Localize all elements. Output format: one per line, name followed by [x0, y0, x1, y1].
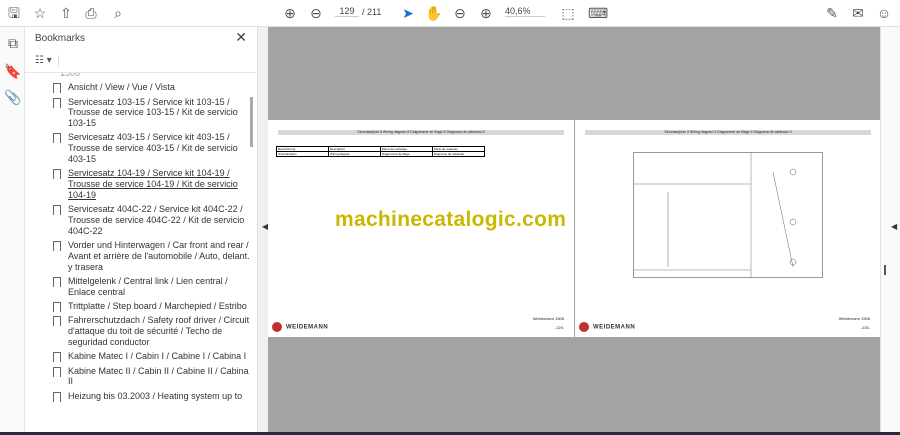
sign-icon[interactable]: ✎ [822, 4, 842, 22]
bookmark-icon [53, 169, 61, 180]
email-icon[interactable]: ✉ [848, 4, 868, 22]
bookmark-options-button[interactable]: ☷ ▾ [35, 55, 59, 66]
bookmark-list: 1506 Ansicht / View / Vue / Vista Service… [25, 72, 258, 435]
bookmark-icon [53, 352, 61, 363]
bookmarks-icon[interactable]: 🔖 [4, 63, 22, 80]
weidemann-logo: WEIDEMANN [272, 322, 328, 332]
bookmark-icon [53, 205, 61, 216]
bookmark-icon [53, 277, 61, 288]
model-label: Weidemann 1506 [532, 316, 564, 321]
bookmark-icon [53, 366, 61, 377]
bookmarks-panel: Bookmarks ✕ ☷ ▾ 1506 Ansicht / View / Vu… [25, 27, 258, 435]
bookmark-icon [53, 302, 61, 313]
bookmark-item[interactable]: Servicesatz 104-19 / Service kit 104-19 … [25, 168, 258, 200]
bookmark-label: Mittelgelenk / Central link / Lien centr… [68, 276, 228, 297]
wiring-diagram [633, 152, 823, 278]
weidemann-logo: WEIDEMANN [579, 322, 635, 332]
page-label: -130- [860, 325, 870, 330]
bookmark-item[interactable]: Mittelgelenk / Central link / Lien centr… [25, 276, 258, 298]
zoom-select[interactable]: 40,6% [505, 6, 545, 17]
expand-right-arrow[interactable]: ◀ [891, 222, 897, 231]
page-total: / 211 [362, 7, 382, 17]
scroll-mode-icon[interactable]: ⌨ [588, 4, 608, 22]
next-page-icon[interactable]: ⊖ [306, 4, 326, 22]
save-icon[interactable]: 🖫 [4, 4, 24, 22]
bookmark-item[interactable]: Servicesatz 403-15 / Service kit 403-15 … [25, 132, 258, 164]
panel-title: Bookmarks [35, 33, 86, 44]
document-scrollbar[interactable] [884, 265, 886, 275]
toolbar: 🖫 ☆ ⇧ ⎙ ⌕ ⊕ ⊖ 129 / 211 ➤ ✋ ⊖ ⊕ 40,6% ⬚ … [0, 0, 900, 27]
close-icon[interactable]: ✕ [235, 29, 247, 46]
page-number-input[interactable]: 129 [335, 6, 359, 17]
bookmark-item[interactable]: Servicesatz 404C-22 / Service kit 404C-2… [25, 204, 258, 236]
parts-table: Bezeichnung Description Pièce de rechange P… [276, 146, 485, 157]
bookmark-label: Servicesatz 103-15 / Service kit 103-15 … [68, 96, 238, 129]
panel-splitter[interactable] [258, 27, 268, 435]
model-label: Weidemann 1506 [838, 316, 870, 321]
bookmark-label: Servicesatz 104-19 / Service kit 104-19 … [68, 168, 238, 200]
panel-scrollbar[interactable] [250, 97, 253, 147]
attachment-icon[interactable]: 📎 [4, 89, 22, 106]
print-icon[interactable]: ⎙ [81, 4, 101, 22]
search-icon[interactable]: ⌕ [108, 4, 128, 22]
bookmark-label: Kabine Matec I / Cabin I / Cabine I / Ca… [68, 351, 247, 362]
bookmark-icon [53, 316, 61, 327]
bookmark-item[interactable]: Fahrerschutzdach / Safety roof driver / … [25, 315, 258, 347]
bookmark-label: 1506 [60, 72, 81, 78]
page-label: -129- [554, 325, 564, 330]
bookmark-label: Ansicht / View / Vue / Vista [68, 82, 175, 93]
bookmark-item[interactable]: Servicesatz 103-15 / Service kit 103-15 … [25, 97, 258, 129]
bookmark-label: Fahrerschutzdach / Safety roof driver / … [68, 315, 250, 348]
select-cursor-icon[interactable]: ➤ [398, 4, 418, 22]
bookmark-label: Trittplatte / Step board / Marchepied / … [68, 301, 247, 312]
watermark: machinecatalogic.com [335, 208, 567, 231]
right-rail: ◀ [880, 27, 900, 432]
bookmark-parent[interactable]: 1506 [25, 72, 258, 79]
fit-page-icon[interactable]: ⬚ [558, 4, 578, 22]
page-130: Stromlaufplan 9 Wiring diagram 9 Diagram… [575, 120, 880, 337]
bookmark-item[interactable]: Kabine Matec I / Cabin I / Cabine I / Ca… [25, 351, 258, 363]
left-rail: ⧉ 🔖 📎 [0, 27, 25, 435]
bookmark-icon [53, 83, 61, 94]
bookmark-item[interactable]: Ansicht / View / Vue / Vista [25, 82, 258, 94]
bookmark-icon [53, 97, 61, 108]
previous-page-icon[interactable]: ⊕ [280, 4, 300, 22]
bookmark-icon [53, 133, 61, 144]
account-icon[interactable]: ☺ [874, 4, 894, 22]
bookmark-icon [53, 241, 61, 252]
bookmark-label: Servicesatz 403-15 / Service kit 403-15 … [68, 132, 238, 165]
bookmark-label: Heizung bis 03.2003 / Heating system up … [68, 390, 243, 401]
page-header: Stromlaufplan 8 Wiring diagram 8 Diagram… [278, 130, 564, 135]
bookmark-label: Vorder und Hinterwagen / Car front and r… [68, 240, 250, 272]
bookmark-label: Servicesatz 404C-22 / Service kit 404C-2… [68, 204, 245, 236]
page-header: Stromlaufplan 9 Wiring diagram 9 Diagram… [585, 130, 871, 135]
zoom-in-icon[interactable]: ⊕ [476, 4, 496, 22]
hand-tool-icon[interactable]: ✋ [424, 4, 444, 22]
bookmark-item[interactable]: Trittplatte / Step board / Marchepied / … [25, 301, 258, 313]
bookmark-item[interactable]: Kabine Matec II / Cabin II / Cabine II /… [25, 366, 258, 388]
upload-cloud-icon[interactable]: ⇧ [56, 4, 76, 22]
zoom-out-icon[interactable]: ⊖ [450, 4, 470, 22]
bookmark-item[interactable]: Vorder und Hinterwagen / Car front and r… [25, 240, 258, 272]
bookmark-label: Kabine Matec II / Cabin II / Cabine II /… [68, 365, 249, 387]
bookmark-icon [53, 391, 61, 402]
bookmark-item[interactable]: Heizung bis 03.2003 / Heating system up … [25, 391, 258, 402]
pages-icon[interactable]: ⧉ [4, 35, 22, 52]
bookmark-star-icon[interactable]: ☆ [30, 4, 50, 22]
